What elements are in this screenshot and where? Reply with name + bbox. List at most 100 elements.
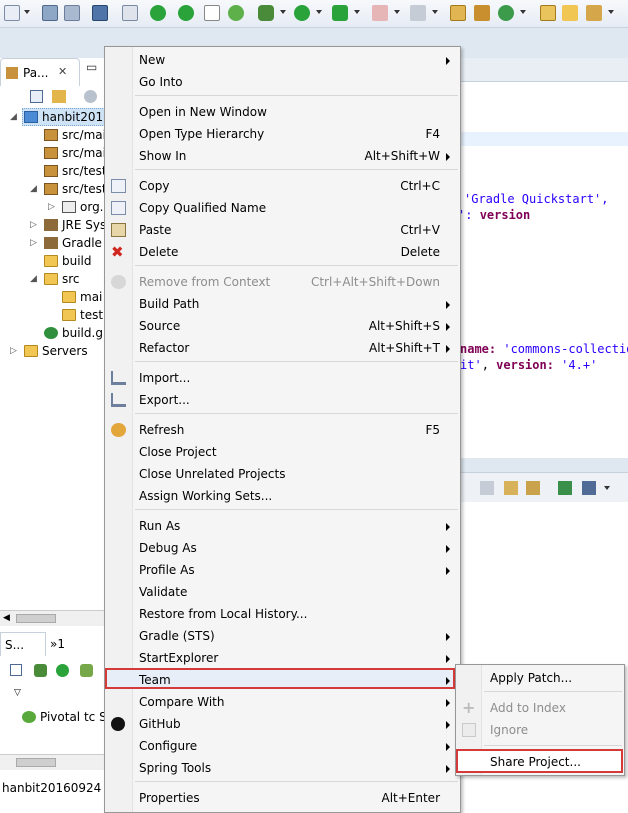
tree-item-build[interactable]: build bbox=[44, 252, 92, 270]
new-wizard-icon[interactable] bbox=[4, 5, 20, 21]
menu-item-import[interactable]: Import... bbox=[105, 367, 460, 389]
menu-item-spring-tools[interactable]: Spring Tools bbox=[105, 757, 460, 779]
view-splitter[interactable] bbox=[460, 458, 628, 472]
menu-item-refresh[interactable]: Refresh F5 bbox=[105, 419, 460, 441]
collapse-toggle-icon[interactable]: ▷ bbox=[30, 238, 37, 248]
run-external-dropdown-icon[interactable] bbox=[354, 10, 360, 14]
menu-item-profile-as[interactable]: Profile As bbox=[105, 559, 460, 581]
menu-item-copy-qualified-name[interactable]: Copy Qualified Name bbox=[105, 197, 460, 219]
collapse-icon[interactable] bbox=[10, 664, 22, 676]
scroll-left-icon[interactable]: ◀ bbox=[3, 613, 10, 623]
tree-item-test[interactable]: test bbox=[62, 306, 103, 324]
console-icon[interactable] bbox=[92, 5, 108, 21]
tree-item-main[interactable]: mai bbox=[62, 288, 102, 306]
open-console-icon[interactable] bbox=[558, 481, 572, 495]
tree-item-src-main-java[interactable]: src/mai bbox=[44, 126, 106, 144]
menu-item-restore-local-history[interactable]: Restore from Local History... bbox=[105, 603, 460, 625]
tree-item-src[interactable]: src bbox=[44, 270, 80, 288]
collapse-toggle-icon[interactable]: ▷ bbox=[48, 202, 55, 212]
tree-item-package[interactable]: org. bbox=[62, 198, 104, 216]
search-icon[interactable] bbox=[586, 5, 602, 21]
search-dropdown-icon[interactable] bbox=[608, 10, 614, 14]
save-icon[interactable] bbox=[42, 5, 58, 21]
start-server-icon[interactable] bbox=[150, 5, 166, 21]
profile-server-icon[interactable] bbox=[80, 664, 93, 677]
remove-launch-icon[interactable] bbox=[480, 481, 494, 495]
skip-breakpoints-icon[interactable] bbox=[122, 5, 138, 21]
menu-item-apply-patch[interactable]: Apply Patch... bbox=[456, 667, 624, 689]
menu-item-close-project[interactable]: Close Project bbox=[105, 441, 460, 463]
menu-item-configure[interactable]: Configure bbox=[105, 735, 460, 757]
tree-item-src-main-resources[interactable]: src/mai bbox=[44, 144, 106, 162]
disconnect-icon[interactable] bbox=[410, 5, 426, 21]
run-external-icon[interactable] bbox=[332, 5, 348, 21]
horizontal-scrollbar[interactable]: ◀ bbox=[0, 610, 105, 626]
console-dropdown-icon[interactable] bbox=[604, 486, 610, 490]
menu-item-open-type-hierarchy[interactable]: Open Type Hierarchy F4 bbox=[105, 123, 460, 145]
new-class-icon[interactable] bbox=[498, 5, 514, 21]
menu-item-properties[interactable]: Properties Alt+Enter bbox=[105, 787, 460, 809]
stop-icon[interactable] bbox=[372, 5, 388, 21]
menu-item-validate[interactable]: Validate bbox=[105, 581, 460, 603]
debug-server-icon[interactable] bbox=[34, 664, 47, 677]
stop-dropdown-icon[interactable] bbox=[394, 10, 400, 14]
menu-item-share-project[interactable]: Share Project... bbox=[456, 751, 624, 773]
display-console-icon[interactable] bbox=[582, 481, 596, 495]
power-icon[interactable] bbox=[178, 5, 194, 21]
expand-toggle-icon[interactable]: ◢ bbox=[30, 184, 37, 194]
expand-toggle-icon[interactable]: ◢ bbox=[30, 274, 37, 284]
new-class-dropdown-icon[interactable] bbox=[520, 10, 526, 14]
tree-item-src-test-resources[interactable]: src/test bbox=[44, 180, 107, 198]
close-icon[interactable]: ✕ bbox=[58, 65, 67, 78]
tree-item-gradle-dependencies[interactable]: Gradle I bbox=[44, 234, 109, 252]
link-with-editor-icon[interactable] bbox=[52, 90, 66, 103]
open-type-icon[interactable] bbox=[540, 5, 556, 21]
menu-item-gradle-sts[interactable]: Gradle (STS) bbox=[105, 625, 460, 647]
collapse-toggle-icon[interactable]: ▷ bbox=[10, 346, 17, 356]
menu-item-new[interactable]: New bbox=[105, 49, 460, 71]
debug-dropdown-icon[interactable] bbox=[280, 10, 286, 14]
menu-item-delete[interactable]: ✖ Delete Delete bbox=[105, 241, 460, 263]
tree-item-src-test-java[interactable]: src/test bbox=[44, 162, 107, 180]
tree-item-build-gradle[interactable]: build.gr bbox=[44, 324, 108, 342]
menu-item-close-unrelated-projects[interactable]: Close Unrelated Projects bbox=[105, 463, 460, 485]
open-folder-icon[interactable] bbox=[562, 5, 578, 21]
menu-item-export[interactable]: Export... bbox=[105, 389, 460, 411]
new-dropdown-icon[interactable] bbox=[24, 10, 30, 14]
new-package-icon[interactable] bbox=[474, 5, 490, 21]
menu-item-paste[interactable]: Paste Ctrl+V bbox=[105, 219, 460, 241]
remove-all-icon[interactable] bbox=[504, 481, 518, 495]
collapse-toggle-icon[interactable]: ▷ bbox=[30, 220, 37, 230]
scroll-thumb[interactable] bbox=[16, 614, 56, 623]
expand-toggle-icon[interactable]: ▽ bbox=[14, 688, 21, 698]
server-item[interactable]: Pivotal tc S bbox=[22, 708, 107, 726]
menu-item-compare-with[interactable]: Compare With bbox=[105, 691, 460, 713]
tree-item-servers[interactable]: Servers bbox=[24, 342, 88, 360]
tab-servers[interactable]: S... bbox=[0, 632, 46, 656]
disconnect-dropdown-icon[interactable] bbox=[432, 10, 438, 14]
tree-item-project[interactable]: hanbit2016 bbox=[24, 108, 111, 126]
menu-item-go-into[interactable]: Go Into bbox=[105, 71, 460, 93]
spring-leaf-icon[interactable] bbox=[228, 5, 244, 21]
horizontal-scrollbar[interactable] bbox=[0, 754, 105, 770]
start-server-icon[interactable] bbox=[56, 664, 69, 677]
menu-item-refactor[interactable]: Refactor Alt+Shift+T bbox=[105, 337, 460, 359]
menu-item-copy[interactable]: Copy Ctrl+C bbox=[105, 175, 460, 197]
menu-item-github[interactable]: GitHub bbox=[105, 713, 460, 735]
view-menu-icon[interactable] bbox=[84, 90, 97, 103]
tree-item-jre-system-library[interactable]: JRE Syst bbox=[44, 216, 111, 234]
scroll-thumb[interactable] bbox=[16, 758, 56, 767]
minimize-icon[interactable]: ▭ bbox=[86, 60, 100, 74]
save-all-icon[interactable] bbox=[64, 5, 80, 21]
menu-item-remove-from-context[interactable]: Remove from Context Ctrl+Alt+Shift+Down bbox=[105, 271, 460, 293]
run-icon[interactable] bbox=[294, 5, 310, 21]
debug-icon[interactable] bbox=[258, 5, 274, 21]
menu-item-debug-as[interactable]: Debug As bbox=[105, 537, 460, 559]
tab-package-explorer[interactable]: Pa... ✕ bbox=[0, 58, 80, 86]
task-icon[interactable] bbox=[204, 5, 220, 21]
new-java-project-icon[interactable] bbox=[450, 5, 466, 21]
menu-item-ignore[interactable]: Ignore bbox=[456, 719, 624, 741]
pin-console-icon[interactable] bbox=[526, 481, 540, 495]
run-dropdown-icon[interactable] bbox=[316, 10, 322, 14]
menu-item-assign-working-sets[interactable]: Assign Working Sets... bbox=[105, 485, 460, 507]
